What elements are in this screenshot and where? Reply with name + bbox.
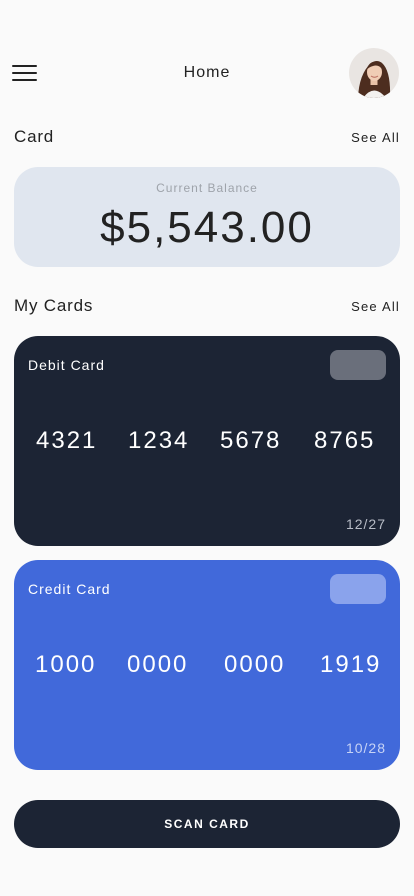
card-number: 1000 0000 0000 1919 [14,651,400,681]
balance-card: Current Balance $5,543.00 [14,167,400,267]
my-cards-section-title: My Cards [14,296,94,315]
user-avatar[interactable] [349,48,399,98]
card-number-group: 0000 [224,651,286,678]
card-number-group: 1000 [35,651,97,678]
credit-card[interactable]: Credit Card 1000 0000 0000 1919 10/28 [14,560,400,770]
scan-card-button[interactable]: SCAN CARD [14,800,400,848]
card-number-group: 1919 [320,651,382,678]
card-chip-icon [330,574,386,604]
card-chip-icon [330,350,386,380]
balance-label: Current Balance [156,181,258,195]
card-number-group: 1234 [128,427,190,454]
card-section-header: Card See All [14,127,400,151]
app-header: Home [0,48,414,98]
card-type-label: Credit Card [28,581,111,597]
debit-card[interactable]: Debit Card 4321 1234 5678 8765 12/27 [14,336,400,546]
card-number-group: 4321 [36,427,98,454]
card-number-group: 5678 [220,427,282,454]
card-number-group: 8765 [314,427,376,454]
balance-amount: $5,543.00 [100,203,314,252]
card-number: 4321 1234 5678 8765 [14,427,400,457]
card-number-group: 0000 [127,651,189,678]
card-type-label: Debit Card [28,357,105,373]
card-section-title: Card [14,127,55,146]
my-cards-section-header: My Cards See All [14,296,400,320]
avatar-portrait-icon [349,48,399,98]
card-see-all-link[interactable]: See All [351,130,400,145]
my-cards-see-all-link[interactable]: See All [351,299,400,314]
card-expiry: 10/28 [345,740,386,756]
card-expiry: 12/27 [345,516,386,532]
